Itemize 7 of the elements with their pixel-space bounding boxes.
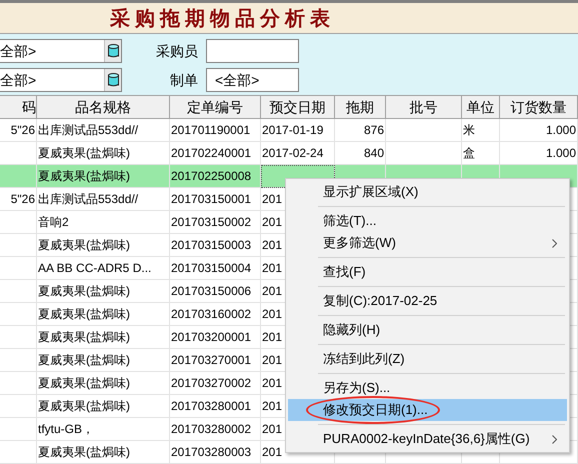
report-title: 采购拖期物品分析表 [110, 5, 335, 32]
table-cell: 夏威夷果(盐焗味) [37, 441, 170, 464]
combo-value: 全部> [0, 42, 36, 60]
field-label: 采购员 [155, 42, 199, 60]
table-cell: 201703280003 [170, 441, 261, 464]
combo-value: 全部> [0, 70, 36, 90]
field-label: 制单 [169, 70, 199, 90]
